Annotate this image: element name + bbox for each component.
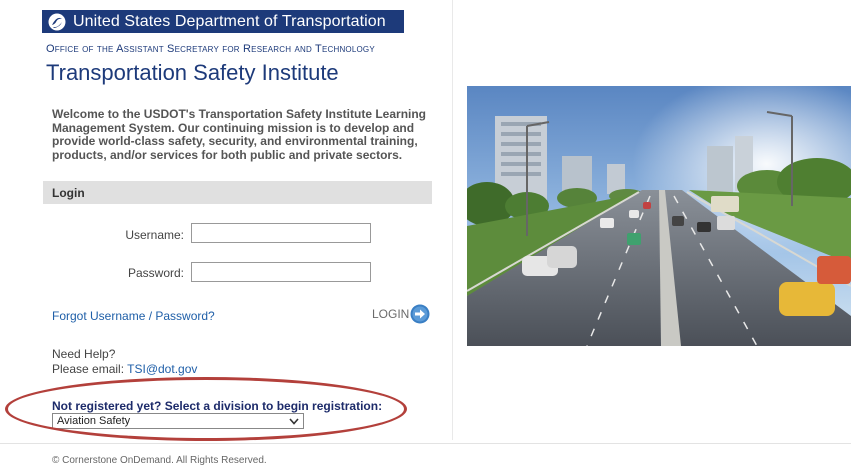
arrow-right-circle-icon: [410, 304, 430, 324]
registration-prompt: Not registered yet? Select a division to…: [52, 399, 383, 413]
highway-photo-illustration: [467, 86, 851, 346]
help-email-link[interactable]: TSI@dot.gov: [127, 362, 197, 376]
forgot-credentials-link[interactable]: Forgot Username / Password?: [52, 309, 215, 323]
vertical-divider: [452, 0, 453, 440]
dot-banner: United States Department of Transportati…: [42, 10, 404, 33]
chevron-down-icon: [289, 417, 299, 425]
footer-copyright: © Cornerstone OnDemand. All Rights Reser…: [52, 455, 267, 466]
login-button-label: LOGIN: [372, 307, 410, 321]
division-select-value: Aviation Safety: [57, 415, 131, 427]
institute-title: Transportation Safety Institute: [46, 60, 339, 85]
login-panel: United States Department of Transportati…: [0, 0, 452, 441]
username-input[interactable]: [191, 223, 371, 243]
help-email-line: Please email: TSI@dot.gov: [52, 362, 197, 376]
welcome-text: Welcome to the USDOT's Transportation Sa…: [52, 107, 427, 162]
password-label: Password:: [127, 266, 184, 280]
dot-logo-icon: [48, 13, 66, 30]
login-button[interactable]: LOGIN: [372, 304, 430, 324]
help-label: Need Help?: [52, 347, 116, 361]
footer-divider: [0, 443, 851, 444]
help-email-prefix: Please email:: [52, 362, 128, 376]
highway-photo: [467, 86, 851, 346]
username-label: Username:: [125, 228, 184, 242]
login-section-title: Login: [52, 185, 85, 200]
password-input[interactable]: [191, 262, 371, 282]
login-section-header: Login: [43, 181, 432, 204]
dot-title: United States Department of Transportati…: [73, 12, 386, 30]
office-subtitle: Office of the Assistant Secretary for Re…: [46, 43, 375, 55]
division-select[interactable]: Aviation Safety: [52, 413, 304, 429]
